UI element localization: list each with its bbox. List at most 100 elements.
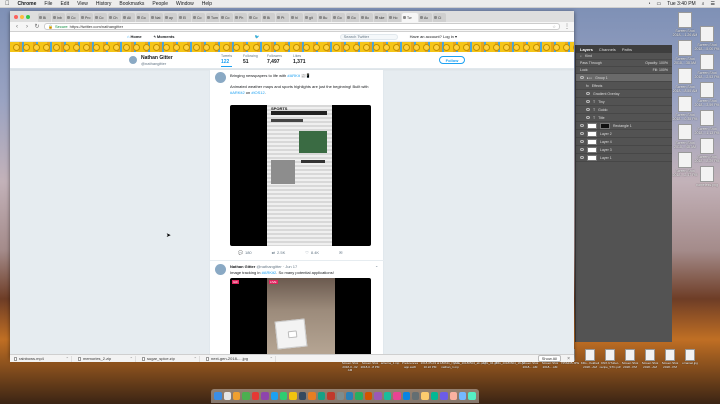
browser-tab[interactable]: Ph xyxy=(234,13,247,22)
dock-app-icon[interactable] xyxy=(421,392,429,400)
dock-app-icon[interactable] xyxy=(261,392,269,400)
ps-layer-row[interactable]: fx Effects xyxy=(576,82,672,90)
ps-layer-row[interactable]: T Tiny xyxy=(576,98,672,106)
like-action[interactable]: ♡ 8.4K xyxy=(305,250,319,255)
hashtag-link[interactable]: #ARKit2 xyxy=(262,270,277,275)
browser-tab[interactable]: Go xyxy=(332,13,345,22)
twitter-search-input[interactable]: Search Twitter xyxy=(339,33,398,40)
dock-app-icon[interactable] xyxy=(383,392,392,400)
chevron-down-icon[interactable]: ⌄ xyxy=(375,263,378,268)
dock-app-icon[interactable] xyxy=(280,392,288,400)
browser-tab[interactable]: Co xyxy=(94,13,107,22)
eye-icon[interactable] xyxy=(586,100,590,103)
ps-layer-row[interactable]: T Guido xyxy=(576,106,672,114)
dock-app-icon[interactable] xyxy=(289,392,297,400)
chevron-up-icon[interactable]: ⌃ xyxy=(270,356,275,361)
browser-tab[interactable]: Bu xyxy=(318,13,331,22)
eye-icon[interactable] xyxy=(580,140,584,143)
browser-tab[interactable]: Co xyxy=(192,13,205,22)
menu-edit[interactable]: Edit xyxy=(60,1,69,7)
stat-following[interactable]: Following 51 xyxy=(243,54,258,65)
hashtag-link[interactable]: #iOS12 xyxy=(251,90,264,95)
dock-app-icon[interactable] xyxy=(402,392,410,400)
zoom-window-icon[interactable] xyxy=(26,15,30,19)
eye-icon[interactable] xyxy=(580,76,584,79)
eye-icon[interactable] xyxy=(586,116,590,119)
browser-tab[interactable]: Bi xyxy=(38,13,51,22)
browser-tab[interactable]: hl xyxy=(290,13,303,22)
reply-action[interactable]: 💬 180 xyxy=(238,250,252,255)
ps-layer-row[interactable]: Rectangle 1 xyxy=(576,122,672,130)
menu-bookmarks[interactable]: Bookmarks xyxy=(119,1,144,7)
browser-tab[interactable]: ske xyxy=(374,13,387,22)
dock-app-icon[interactable] xyxy=(308,392,316,400)
eye-icon[interactable] xyxy=(580,148,584,151)
eye-icon[interactable] xyxy=(580,132,584,135)
browser-tab[interactable]: Bc xyxy=(360,13,373,22)
dock-app-icon[interactable] xyxy=(317,392,326,400)
hashtag-link[interactable]: #ARKit xyxy=(287,73,299,78)
browser-tab[interactable]: Bi xyxy=(262,13,275,22)
browser-tab[interactable]: Inb xyxy=(52,13,65,22)
dock-app-icon[interactable] xyxy=(411,392,420,400)
dock-app-icon[interactable] xyxy=(270,392,279,400)
close-downloads-icon[interactable]: × xyxy=(567,356,570,362)
retweet-action[interactable]: ⇄ 2.5K xyxy=(272,250,286,255)
browser-tab[interactable]: Go xyxy=(136,13,149,22)
message-action[interactable]: ✉ xyxy=(339,250,342,255)
show-all-downloads-button[interactable]: Show All xyxy=(537,355,562,362)
download-item[interactable]: sugar_spice.zip ⌃ xyxy=(142,355,200,362)
dock-app-icon[interactable] xyxy=(459,392,467,400)
dock-app-icon[interactable] xyxy=(251,392,260,400)
desktop-file-icon[interactable]: ornamel.jpg xyxy=(680,349,700,366)
tweet-author-handle[interactable]: @nathangitter · Jun 17 xyxy=(256,264,297,269)
ps-tab-paths[interactable]: Paths xyxy=(622,47,632,52)
dock-app-icon[interactable] xyxy=(223,392,231,400)
ps-layer-row[interactable]: Layer 4 xyxy=(576,138,672,146)
dock-app-icon[interactable] xyxy=(440,392,448,400)
stat-likes[interactable]: Likes 1,371 xyxy=(293,54,306,65)
twitter-logo-icon[interactable]: 🐦 xyxy=(186,34,327,39)
stat-tweets[interactable]: Tweets 122 xyxy=(221,54,233,67)
browser-tab[interactable]: git xyxy=(304,13,317,22)
stat-followers[interactable]: Followers 7,497 xyxy=(267,54,282,65)
dock-app-icon[interactable] xyxy=(430,392,439,400)
ps-layer-row[interactable]: Layer 1 xyxy=(576,154,672,162)
login-link[interactable]: Have an account? Log in ▾ xyxy=(410,34,457,39)
nav-moments[interactable]: ϟ Moments xyxy=(154,34,175,39)
browser-tab[interactable]: Ali xyxy=(122,13,135,22)
download-item[interactable]: rainbows.mp4 ⌃ xyxy=(14,355,72,362)
browser-tab[interactable]: Co xyxy=(220,13,233,22)
profile-handle[interactable]: @nathangitter xyxy=(141,61,166,66)
minimize-window-icon[interactable] xyxy=(20,15,24,19)
dock-app-icon[interactable] xyxy=(298,392,307,400)
chevron-up-icon[interactable]: ⌃ xyxy=(194,356,199,361)
tweet-avatar[interactable] xyxy=(215,72,226,83)
bookmark-star-icon[interactable]: ☆ xyxy=(552,24,556,29)
ps-layer-row[interactable]: Layer 2 xyxy=(576,130,672,138)
menu-clock[interactable]: Tue 3:40 PM xyxy=(667,1,695,7)
dock-app-icon[interactable] xyxy=(232,392,241,400)
desktop-file-icon[interactable]: Screen Shot 2018...AM xyxy=(640,349,660,369)
dock-app-icon[interactable] xyxy=(346,392,354,400)
ps-layer-row[interactable]: ▸▭ Group 1 xyxy=(576,74,672,82)
forward-arrow-icon[interactable]: › xyxy=(24,24,30,30)
eye-icon[interactable] xyxy=(580,124,584,127)
menu-view[interactable]: View xyxy=(77,1,88,7)
menu-people[interactable]: People xyxy=(152,1,168,7)
ps-search-icon[interactable]: ⌕ xyxy=(580,54,582,58)
dock-app-icon[interactable] xyxy=(214,392,222,400)
browser-tab[interactable]: Pt xyxy=(276,13,289,22)
apple-menu-icon[interactable]:  xyxy=(5,1,10,7)
download-item[interactable]: memories_2.zip ⌃ xyxy=(78,355,136,362)
dock-app-icon[interactable] xyxy=(374,392,382,400)
ps-opacity[interactable]: Opacity: 100% xyxy=(645,61,668,65)
chevron-up-icon[interactable]: ⌃ xyxy=(130,356,135,361)
chevron-up-icon[interactable]: ⌃ xyxy=(66,356,71,361)
browser-tab[interactable]: Tum xyxy=(206,13,219,22)
tweet-avatar[interactable] xyxy=(215,264,226,275)
reload-icon[interactable]: ↻ xyxy=(34,23,40,30)
dock-app-icon[interactable] xyxy=(393,392,401,400)
dock-app-icon[interactable] xyxy=(327,392,335,400)
follow-button[interactable]: Follow xyxy=(439,56,465,64)
